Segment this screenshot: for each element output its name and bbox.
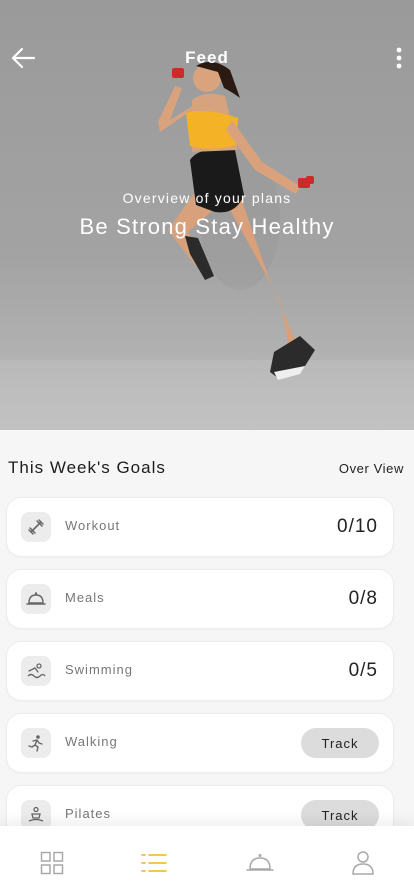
goal-label: Walking: [65, 734, 118, 749]
goal-progress: 0/5: [348, 660, 378, 681]
nav-item-meals[interactable]: [240, 846, 280, 880]
goals-title: This Week's Goals: [8, 458, 166, 477]
more-vertical-icon: [396, 47, 402, 69]
runner-icon: [21, 728, 51, 758]
page-title: Feed: [185, 48, 229, 67]
goal-card-walking[interactable]: Walking Track: [7, 714, 393, 772]
more-options-button[interactable]: [392, 44, 406, 72]
top-bar: Feed: [0, 40, 414, 76]
goal-progress: 0/10: [337, 516, 378, 537]
user-icon: [352, 851, 374, 875]
goal-label: Workout: [65, 518, 121, 533]
goal-card-workout[interactable]: Workout 0/10: [7, 498, 393, 556]
hero-title: Be Strong Stay Healthy: [79, 214, 335, 239]
dumbbell-icon: [21, 512, 51, 542]
goal-label: Meals: [65, 590, 105, 605]
overview-link[interactable]: Over View: [339, 461, 404, 476]
cloche-icon: [21, 584, 51, 614]
grid-icon: [40, 851, 64, 875]
cloche-icon: [246, 854, 274, 871]
goals-header: This Week's Goals Over View: [8, 458, 406, 480]
bottom-nav: [0, 826, 414, 896]
swimmer-icon: [21, 656, 51, 686]
goal-progress: 0/8: [348, 588, 378, 609]
nav-item-feed[interactable]: [134, 846, 174, 880]
nav-item-profile[interactable]: [343, 846, 383, 880]
track-button[interactable]: Track: [301, 728, 379, 758]
list-icon: [141, 854, 167, 872]
hero-banner: Feed Overview of your plans Be Strong St…: [0, 0, 414, 430]
goal-label: Pilates: [65, 806, 112, 821]
nav-item-dashboard[interactable]: [32, 846, 72, 880]
hero-subtitle: Overview of your plans: [122, 190, 292, 206]
goal-card-meals[interactable]: Meals 0/8: [7, 570, 393, 628]
goal-label: Swimming: [65, 662, 133, 677]
goal-card-swimming[interactable]: Swimming 0/5: [7, 642, 393, 700]
